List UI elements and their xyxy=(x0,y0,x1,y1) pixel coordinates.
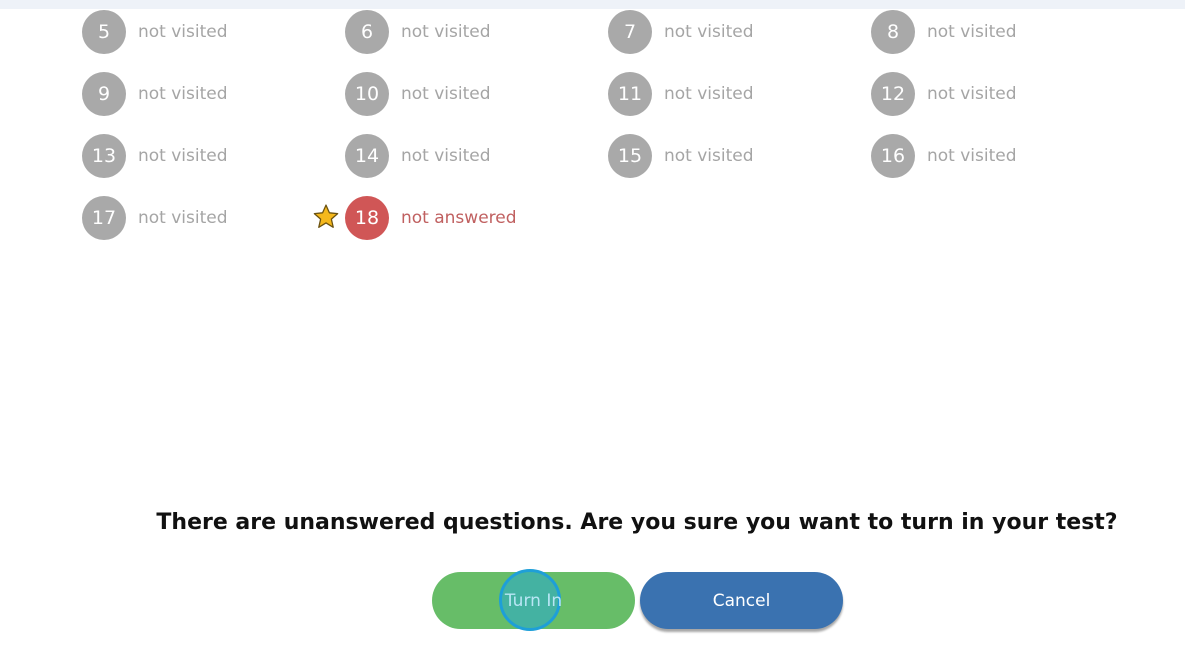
question-item-18[interactable]: 18 not answered xyxy=(313,196,517,240)
top-strip xyxy=(0,0,1185,9)
question-status: not visited xyxy=(927,84,1017,104)
question-number-badge: 5 xyxy=(82,10,126,54)
question-item-16[interactable]: 16 not visited xyxy=(871,134,1017,178)
question-status: not visited xyxy=(664,146,754,166)
question-number-badge: 9 xyxy=(82,72,126,116)
question-number-badge: 10 xyxy=(345,72,389,116)
question-number-badge: 6 xyxy=(345,10,389,54)
question-number-badge: 11 xyxy=(608,72,652,116)
question-item-11[interactable]: 11 not visited xyxy=(608,72,754,116)
question-status: not visited xyxy=(664,22,754,42)
question-number-badge: 18 xyxy=(345,196,389,240)
question-item-17[interactable]: 17 not visited xyxy=(82,196,228,240)
question-item-14[interactable]: 14 not visited xyxy=(345,134,491,178)
question-status: not visited xyxy=(927,22,1017,42)
question-status: not visited xyxy=(138,146,228,166)
question-number-badge: 13 xyxy=(82,134,126,178)
question-item-12[interactable]: 12 not visited xyxy=(871,72,1017,116)
question-status: not visited xyxy=(927,146,1017,166)
question-number-badge: 12 xyxy=(871,72,915,116)
question-status: not visited xyxy=(138,208,228,228)
confirm-message: There are unanswered questions. Are you … xyxy=(156,510,1118,535)
question-item-9[interactable]: 9 not visited xyxy=(82,72,228,116)
question-number-badge: 8 xyxy=(871,10,915,54)
question-item-7[interactable]: 7 not visited xyxy=(608,10,754,54)
question-status: not visited xyxy=(664,84,754,104)
question-status: not visited xyxy=(401,146,491,166)
question-item-10[interactable]: 10 not visited xyxy=(345,72,491,116)
question-status: not visited xyxy=(138,84,228,104)
question-status: not visited xyxy=(401,84,491,104)
turn-in-button[interactable]: Turn In xyxy=(432,572,635,629)
cancel-button[interactable]: Cancel xyxy=(640,572,843,629)
question-item-15[interactable]: 15 not visited xyxy=(608,134,754,178)
question-number-badge: 7 xyxy=(608,10,652,54)
question-status: not visited xyxy=(401,22,491,42)
question-item-6[interactable]: 6 not visited xyxy=(345,10,491,54)
question-status: not visited xyxy=(138,22,228,42)
question-number-badge: 16 xyxy=(871,134,915,178)
question-number-badge: 14 xyxy=(345,134,389,178)
turn-in-label: Turn In xyxy=(504,590,563,611)
question-item-8[interactable]: 8 not visited xyxy=(871,10,1017,54)
question-item-5[interactable]: 5 not visited xyxy=(82,10,228,54)
cancel-label: Cancel xyxy=(712,590,771,611)
question-status: not answered xyxy=(401,208,517,228)
question-number-badge: 15 xyxy=(608,134,652,178)
flag-star-icon xyxy=(313,204,339,228)
question-item-13[interactable]: 13 not visited xyxy=(82,134,228,178)
question-number-badge: 17 xyxy=(82,196,126,240)
